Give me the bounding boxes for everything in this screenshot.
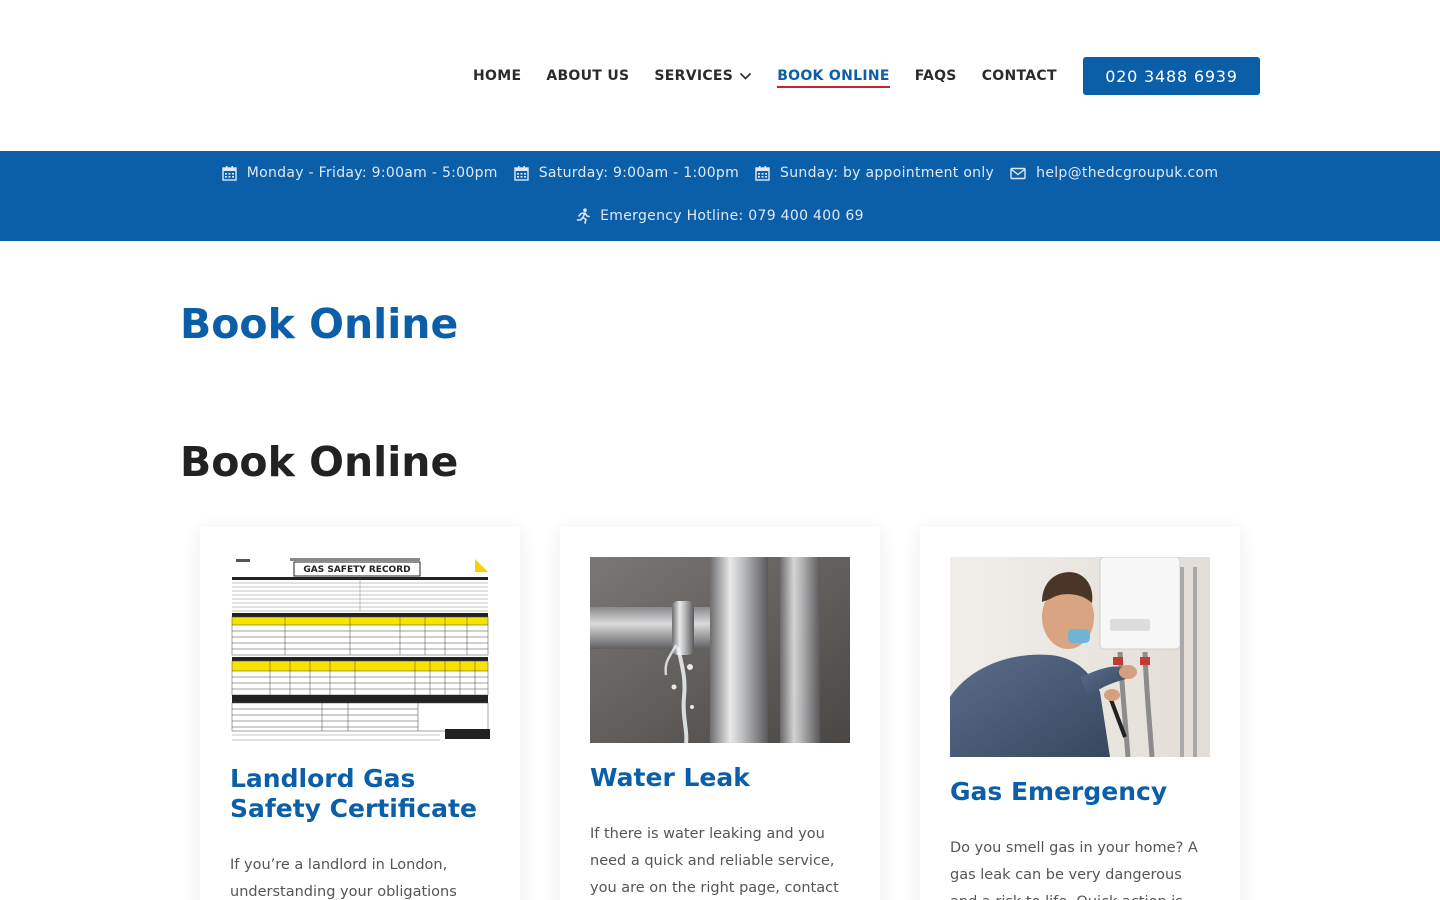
calendar-icon [514,166,529,181]
info-email-text: help@thedcgroupuk.com [1036,165,1219,181]
service-card-water-leak[interactable]: Water Leak If there is water leaking and… [560,527,880,900]
running-person-icon [576,208,590,224]
info-row-emergency: Emergency Hotline: 079 400 400 69 [0,208,1440,224]
nav-services-label: SERVICES [654,68,734,84]
info-weekday: Monday - Friday: 9:00am - 5:00pm [222,165,498,181]
card-text: Do you smell gas in your home? A gas lea… [950,840,1198,900]
card-title[interactable]: Gas Emergency [950,777,1210,807]
gas-safety-record-label: GAS SAFETY RECORD [303,565,410,575]
engineer-boiler-image [950,557,1210,757]
calendar-icon [755,166,770,181]
leaking-pipe-image [590,557,850,743]
gas-safety-record-image: GAS SAFETY RECORD [230,557,490,744]
info-saturday: Saturday: 9:00am - 1:00pm [514,165,739,181]
info-saturday-text: Saturday: 9:00am - 1:00pm [538,165,740,181]
site-header: HOME ABOUT US SERVICES BOOK ONLINE FAQS … [0,0,1440,151]
info-weekday-text: Monday - Friday: 9:00am - 5:00pm [246,165,498,181]
info-sunday: Sunday: by appointment only [755,165,994,181]
nav-contact[interactable]: CONTACT [982,66,1057,86]
main-nav: HOME ABOUT US SERVICES BOOK ONLINE FAQS … [473,66,1082,88]
service-card-gas-emergency[interactable]: Gas Emergency Do you smell gas in your h… [920,527,1240,900]
info-row-hours: Monday - Friday: 9:00am - 5:00pm Saturda… [0,165,1440,181]
info-bar: Monday - Friday: 9:00am - 5:00pm Saturda… [0,151,1440,241]
info-emergency-text: Emergency Hotline: 079 400 400 69 [600,208,864,224]
chevron-down-icon [740,72,752,80]
calendar-icon [222,166,237,181]
nav-services[interactable]: SERVICES [654,66,752,86]
info-emergency[interactable]: Emergency Hotline: 079 400 400 69 [576,208,864,224]
envelope-icon [1010,167,1026,179]
card-title[interactable]: Water Leak [590,763,850,793]
card-text: If there is water leaking and you need a… [590,826,839,896]
info-email[interactable]: help@thedcgroupuk.com [1010,165,1218,181]
nav-faqs[interactable]: FAQS [915,66,957,86]
section-heading: Book Online [180,438,459,486]
service-card-landlord-gas-safety[interactable]: GAS SAFETY RECORD Landlord Gas Safety Ce… [200,527,520,900]
nav-home[interactable]: HOME [473,66,521,86]
nav-about-us[interactable]: ABOUT US [546,66,629,86]
nav-book-online[interactable]: BOOK ONLINE [777,66,890,88]
card-text: If you’re a landlord in London, understa… [230,857,457,900]
phone-button[interactable]: 020 3488 6939 [1083,57,1260,95]
info-sunday-text: Sunday: by appointment only [780,165,995,181]
page-title: Book Online [180,300,459,348]
card-title[interactable]: Landlord Gas Safety Certificate [230,764,490,824]
